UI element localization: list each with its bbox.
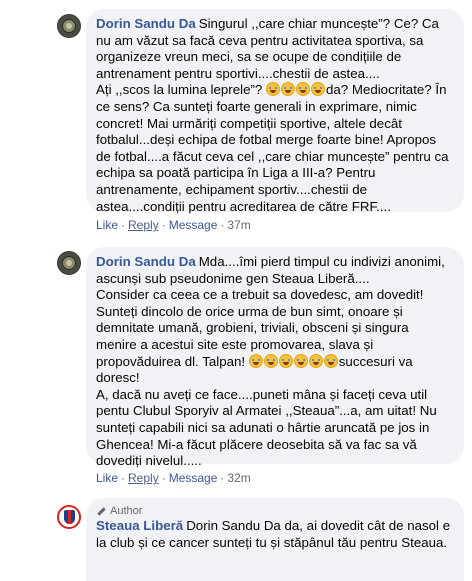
comment-text: Dorin Sandu Da Singurul ,,care chiar munc… bbox=[96, 16, 449, 214]
avatar[interactable] bbox=[57, 14, 81, 38]
comment-text: Dorin Sandu Da Mda....îmi pierd timpul cu… bbox=[96, 254, 445, 469]
message-button[interactable]: Message bbox=[169, 471, 218, 485]
like-button[interactable]: Like bbox=[96, 218, 118, 232]
comment-actions: Like · Reply · Message · 32m bbox=[96, 471, 251, 485]
comment-bubble: Dorin Sandu Da Mda....îmi pierd timpul cu… bbox=[86, 247, 464, 468]
comment-author[interactable]: Steaua Liberă bbox=[96, 518, 183, 533]
laughing-emoji-icon bbox=[308, 353, 323, 368]
timestamp[interactable]: 37m bbox=[227, 218, 250, 232]
avatar[interactable] bbox=[57, 251, 81, 275]
comment-bubble: Dorin Sandu Da Singurul ,,care chiar munc… bbox=[86, 9, 464, 214]
reply-button[interactable]: Reply bbox=[128, 471, 159, 485]
laughing-emoji-icon bbox=[295, 82, 310, 97]
laughing-emoji-icon bbox=[293, 353, 308, 368]
laughing-emoji-icon bbox=[323, 353, 338, 368]
author-badge: Author bbox=[96, 505, 452, 517]
laughing-emoji-icons bbox=[265, 82, 326, 97]
laughing-emoji-icon bbox=[265, 82, 280, 97]
message-button[interactable]: Message bbox=[169, 218, 218, 232]
timestamp[interactable]: 32m bbox=[227, 471, 250, 485]
comment-author[interactable]: Dorin Sandu Da bbox=[96, 16, 196, 31]
like-button[interactable]: Like bbox=[96, 471, 118, 485]
laughing-emoji-icon bbox=[263, 353, 278, 368]
comment-author[interactable]: Dorin Sandu Da bbox=[96, 254, 196, 269]
laughing-emoji-icon bbox=[278, 353, 293, 368]
avatar[interactable] bbox=[57, 505, 81, 529]
laughing-emoji-icon bbox=[248, 353, 263, 368]
laughing-emoji-icon bbox=[310, 82, 325, 97]
pen-icon bbox=[96, 506, 106, 516]
comment-bubble: Author Steaua Liberă Dorin Sandu Da da, a… bbox=[86, 498, 464, 581]
laughing-emoji-icons bbox=[248, 353, 339, 369]
laughing-emoji-icon bbox=[280, 82, 295, 97]
comment-text: Steaua Liberă Dorin Sandu Da da, ai doved… bbox=[96, 518, 451, 550]
reply-button[interactable]: Reply bbox=[128, 218, 159, 232]
comment-actions: Like · Reply · Message · 37m bbox=[96, 218, 251, 232]
